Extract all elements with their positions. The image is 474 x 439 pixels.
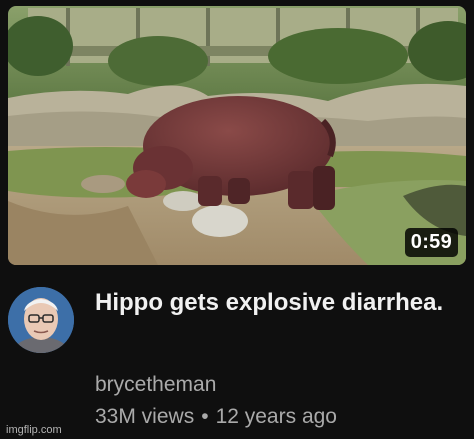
duration-badge: 0:59 (404, 228, 458, 257)
channel-avatar[interactable] (8, 287, 74, 353)
video-title[interactable]: Hippo gets explosive diarrhea. (95, 287, 455, 319)
hippo-thumbnail-image (8, 6, 466, 265)
video-metadata: 33M views • 12 years ago (95, 405, 337, 429)
channel-name[interactable]: brycetheman (95, 373, 216, 397)
separator-dot: • (201, 405, 209, 428)
channel-avatar-image (8, 287, 74, 353)
upload-age: 12 years ago (215, 405, 337, 428)
watermark: imgflip.com (6, 424, 62, 436)
video-thumbnail[interactable]: 0:59 (8, 6, 466, 265)
view-count: 33M views (95, 405, 195, 428)
